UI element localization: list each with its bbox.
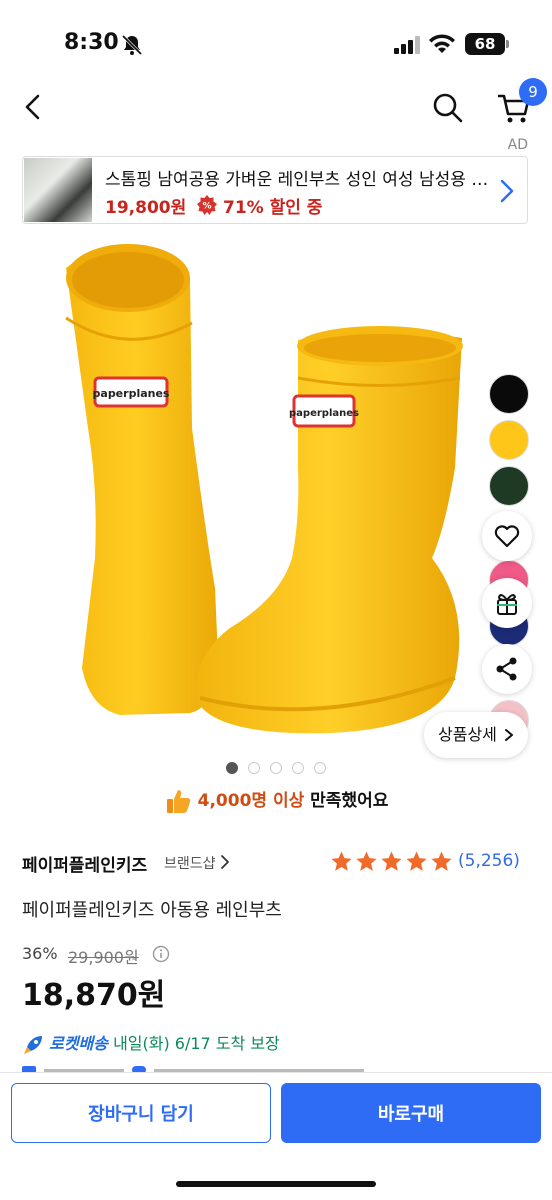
- discount-rate: 36%: [22, 944, 58, 963]
- star-icon: [356, 851, 377, 871]
- search-icon[interactable]: [430, 88, 466, 126]
- wifi-icon: [429, 34, 455, 53]
- satisfaction-count: 4,000명 이상: [197, 791, 305, 811]
- signal-icon: [394, 36, 420, 54]
- battery-indicator: 68: [465, 33, 509, 55]
- product-title: 페이퍼플레인키즈 아동용 레인부츠: [22, 900, 282, 921]
- rocket-icon: [24, 1035, 42, 1054]
- ad-price: 19,800원: [105, 198, 187, 218]
- status-bar: 8:30 68: [0, 0, 552, 80]
- carousel-dot[interactable]: [292, 762, 304, 774]
- ad-banner[interactable]: 스톰핑 남여공용 가벼운 레인부츠 성인 여성 남성용 장화 19,800원 %…: [22, 156, 528, 224]
- buy-now-button[interactable]: 바로구매: [281, 1083, 541, 1143]
- satisfaction-suffix: 만족했어요: [304, 791, 389, 811]
- color-swatch-black[interactable]: [489, 374, 529, 414]
- back-icon[interactable]: [18, 88, 52, 126]
- carousel-dot[interactable]: [226, 762, 238, 774]
- ad-thumbnail: [24, 158, 92, 222]
- color-swatch-yellow[interactable]: [489, 420, 529, 460]
- bell-muted-icon: [121, 34, 143, 56]
- product-detail-button[interactable]: 상품상세: [424, 712, 528, 758]
- ad-title: 스톰핑 남여공용 가벼운 레인부츠 성인 여성 남성용 장화: [105, 170, 495, 190]
- discount-badge-icon: %: [197, 195, 217, 215]
- top-nav: [0, 80, 552, 136]
- left-boot-logo: paperplanes: [93, 387, 170, 400]
- status-time: 8:30: [64, 30, 119, 55]
- chevron-right-icon: [505, 729, 513, 741]
- star-icon: [381, 851, 402, 871]
- wishlist-button[interactable]: [482, 511, 532, 561]
- review-count[interactable]: (5,256): [458, 851, 520, 871]
- carousel-dot[interactable]: [314, 762, 326, 774]
- chevron-right-icon: [221, 855, 229, 869]
- share-icon: [496, 657, 517, 681]
- product-detail-label: 상품상세: [438, 725, 497, 744]
- home-indicator[interactable]: [176, 1181, 376, 1187]
- add-to-cart-button[interactable]: 장바구니 담기: [11, 1083, 271, 1143]
- cart-count-badge: 9: [519, 78, 547, 106]
- satisfaction-banner: 4,000명 이상 만족했어요: [0, 786, 552, 815]
- rocket-delivery-label: 로켓배송: [49, 1034, 108, 1053]
- carousel-dot[interactable]: [270, 762, 282, 774]
- original-price: 29,900원: [68, 948, 139, 967]
- product-image[interactable]: paperplanes paperplanes: [0, 228, 552, 768]
- sale-price: 18,870원: [22, 978, 166, 1013]
- thumbs-up-icon: [166, 790, 190, 813]
- chevron-right-icon: [500, 179, 514, 203]
- heart-icon: [494, 525, 520, 548]
- brand-shop-link[interactable]: 브랜드샵: [164, 853, 216, 873]
- share-button[interactable]: [482, 644, 532, 694]
- ad-label: AD: [507, 137, 528, 153]
- color-swatch-green[interactable]: [489, 466, 529, 506]
- carousel-dot[interactable]: [248, 762, 260, 774]
- info-icon[interactable]: [152, 945, 170, 963]
- left-boot: paperplanes: [65, 244, 218, 716]
- ad-discount: 71% 할인 중: [223, 198, 323, 218]
- bottom-action-bar: 장바구니 담기 바로구매: [0, 1072, 552, 1200]
- right-boot: paperplanes: [196, 326, 463, 734]
- gift-icon: [497, 594, 517, 615]
- delivery-date: 내일(화) 6/17 도착 보장: [107, 1034, 280, 1053]
- right-boot-logo: paperplanes: [289, 408, 359, 419]
- star-icon: [431, 851, 452, 871]
- svg-text:%: %: [202, 202, 211, 212]
- star-icon: [331, 851, 352, 871]
- brand-name[interactable]: 페이퍼플레인키즈: [22, 851, 147, 876]
- gift-button[interactable]: [482, 578, 532, 628]
- star-icon: [406, 851, 427, 871]
- delivery-info: 로켓배송 내일(화) 6/17 도착 보장: [22, 1030, 280, 1056]
